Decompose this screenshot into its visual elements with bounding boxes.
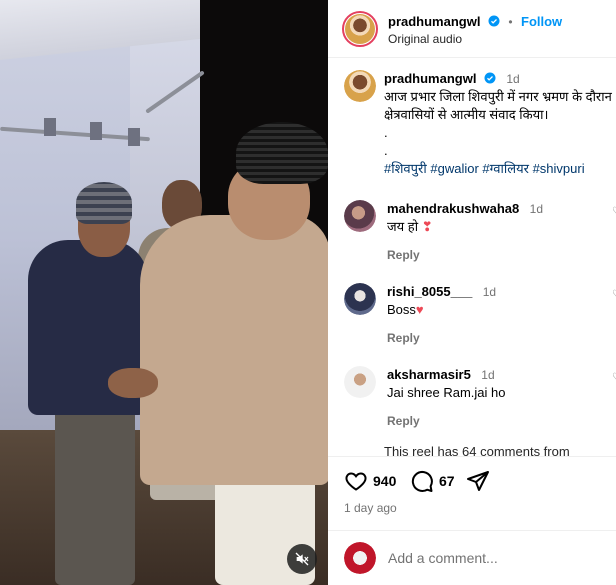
commenter-avatar[interactable]: [344, 366, 376, 398]
hashtag-link[interactable]: #शिवपुरी: [384, 161, 427, 176]
share-paper-plane-icon: [467, 471, 489, 491]
current-user-avatar: [344, 542, 376, 574]
caption-dot: .: [384, 125, 388, 140]
caption-time: 1d: [506, 72, 520, 86]
comment-button[interactable]: 67: [410, 469, 455, 493]
audio-label[interactable]: Original audio: [388, 32, 462, 46]
like-count[interactable]: 940: [373, 473, 396, 489]
heart-exclamation-emoji: ❣: [421, 219, 433, 234]
comment-username[interactable]: rishi_8055___: [387, 284, 472, 299]
person-figure: [140, 215, 328, 485]
comment-text: जय हो ❣: [387, 218, 609, 236]
heart-icon: [345, 472, 367, 491]
comment-time: 1d: [529, 202, 544, 216]
comment-username[interactable]: mahendrakushwaha8: [387, 201, 519, 216]
comment-text: Jai shree Ram.jai ho: [387, 385, 506, 400]
like-comment-heart-icon[interactable]: ♡: [612, 206, 616, 217]
caption-username[interactable]: pradhumangwl: [384, 71, 476, 86]
red-heart-emoji: ♥: [415, 302, 424, 317]
reply-button[interactable]: Reply: [387, 248, 420, 262]
author-username[interactable]: pradhumangwl: [388, 14, 480, 29]
author-avatar[interactable]: [344, 70, 376, 102]
separator-dot: •: [508, 15, 513, 29]
comment-text-body: Boss: [387, 302, 416, 317]
commenter-avatar[interactable]: [344, 283, 376, 315]
comments-list[interactable]: pradhumangwl 1d आज प्रभार जिला शिवपुरी म…: [328, 58, 616, 456]
like-button[interactable]: 940: [344, 469, 396, 493]
comments-notice: This reel has 64 comments from: [384, 444, 570, 456]
speaker-muted-icon: [295, 552, 309, 566]
post-actions: 940 67 1 day ago: [328, 456, 616, 526]
comment-time: 1d: [482, 285, 497, 299]
like-comment-heart-icon[interactable]: ♡: [612, 289, 616, 300]
caption-dot: .: [384, 143, 388, 158]
comment-time: 1d: [481, 368, 495, 382]
hashtag-link[interactable]: #shivpuri: [533, 161, 585, 176]
video-bracket: [128, 128, 140, 146]
share-button[interactable]: [466, 469, 490, 493]
comment-text: Boss♥: [387, 301, 609, 319]
verified-badge-icon: [488, 15, 500, 27]
add-comment-input[interactable]: [388, 545, 608, 571]
video-bracket: [90, 122, 102, 140]
reply-button[interactable]: Reply: [387, 414, 420, 428]
comment-username[interactable]: aksharmasir5: [387, 367, 471, 382]
person-figure: [76, 182, 132, 224]
post-time-ago[interactable]: 1 day ago: [344, 501, 397, 515]
post-side-panel: pradhumangwl • Follow Original audio pra…: [328, 0, 616, 585]
hashtag-link[interactable]: #ग्वालियर: [482, 161, 529, 176]
add-comment-bar: [328, 530, 616, 585]
person-figure: [55, 400, 135, 585]
follow-button[interactable]: Follow: [521, 14, 562, 29]
reply-button[interactable]: Reply: [387, 331, 420, 345]
verified-badge-icon: [484, 72, 496, 84]
author-avatar[interactable]: [342, 11, 378, 47]
post-header: pradhumangwl • Follow Original audio: [328, 0, 616, 58]
comment-count: 67: [439, 473, 455, 489]
caption-text: आज प्रभार जिला शिवपुरी में नगर भ्रमण के …: [384, 89, 612, 122]
person-figure: [108, 368, 158, 398]
video-bracket: [44, 118, 56, 136]
mute-button[interactable]: [287, 544, 317, 574]
like-comment-heart-icon[interactable]: ♡: [612, 372, 616, 383]
person-figure: [236, 122, 328, 184]
hashtag-list: #शिवपुरी #gwalior #ग्वालियर #shivpuri: [384, 160, 612, 178]
hashtag-link[interactable]: #gwalior: [430, 161, 478, 176]
comment-text-body: जय हो: [387, 219, 422, 234]
reel-video[interactable]: [0, 0, 328, 585]
comment-bubble-icon: [411, 470, 433, 492]
commenter-avatar[interactable]: [344, 200, 376, 232]
